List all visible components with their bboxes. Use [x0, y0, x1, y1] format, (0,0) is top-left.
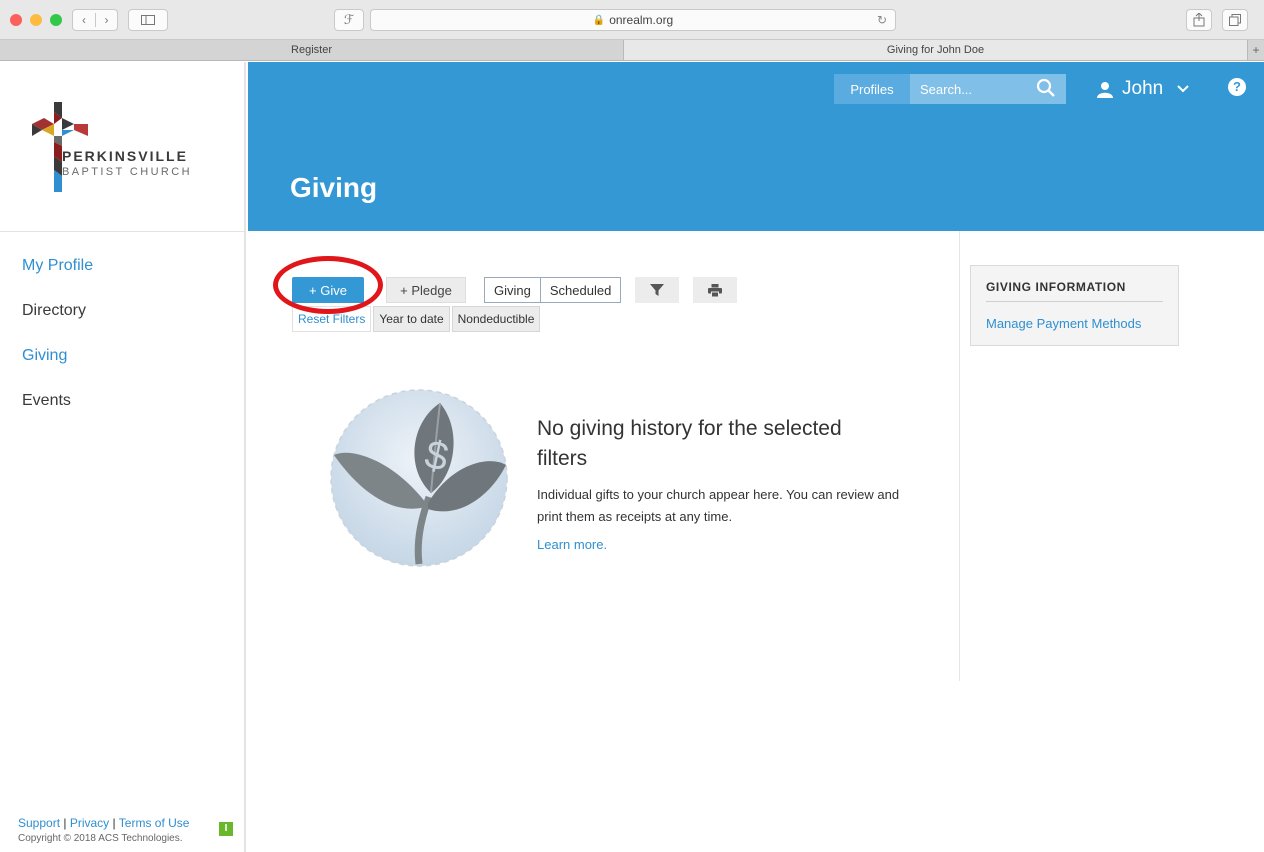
browser-tab-register[interactable]: Register: [0, 40, 624, 60]
user-icon: [1097, 82, 1113, 98]
chevron-down-icon: [1177, 85, 1189, 93]
sidebar: PERKINSVILLE BAPTIST CHURCH My Profile D…: [0, 62, 246, 852]
footer-links: Support | Privacy | Terms of Use: [18, 816, 233, 830]
reset-filters-link[interactable]: Reset Filters: [292, 306, 372, 332]
filter-icon: [650, 284, 665, 296]
browser-tab-bar: Register Giving for John Doe +: [0, 40, 1264, 61]
church-name-line1: PERKINSVILLE: [62, 148, 188, 164]
sidebar-nav: My Profile Directory Giving Events: [0, 232, 244, 434]
giving-information-title: GIVING INFORMATION: [986, 280, 1163, 302]
reader-icon: ℱ: [343, 12, 355, 27]
filter-chip-year-to-date[interactable]: Year to date: [373, 306, 450, 332]
giving-toolbar: + Give + Pledge Giving Scheduled: [292, 277, 738, 303]
copyright-text: Copyright © 2018 ACS Technologies.: [18, 833, 183, 844]
sidebar-item-giving[interactable]: Giving: [0, 344, 244, 389]
tabs-overview-button[interactable]: [1222, 9, 1248, 31]
church-name-line2: BAPTIST CHURCH: [62, 166, 192, 178]
cross-logo-icon: [32, 102, 88, 192]
sidebar-item-my-profile[interactable]: My Profile: [0, 254, 244, 299]
print-icon: [708, 283, 723, 297]
reader-button[interactable]: ℱ: [334, 9, 364, 31]
user-menu[interactable]: John: [1096, 74, 1189, 104]
share-button[interactable]: [1186, 9, 1212, 31]
zoom-window-button[interactable]: [50, 14, 62, 26]
header-search: Profiles Search...: [834, 74, 1066, 104]
manage-payment-methods-link[interactable]: Manage Payment Methods: [986, 316, 1163, 331]
sidebar-footer: Support | Privacy | Terms of Use Copyrig…: [18, 816, 233, 844]
reload-icon[interactable]: ↻: [877, 13, 887, 27]
vendor-badge[interactable]: I: [219, 822, 233, 836]
page-header: Profiles Search... John ? Giving: [248, 62, 1264, 231]
footer-separator: |: [112, 816, 116, 830]
empty-state-description: Individual gifts to your church appear h…: [537, 487, 900, 524]
empty-state-title: No giving history for the selected filte…: [537, 417, 842, 470]
filter-chips: Reset Filters Year to date Nondeductible: [292, 306, 542, 332]
user-name: John: [1122, 78, 1164, 99]
minimize-window-button[interactable]: [30, 14, 42, 26]
privacy-link[interactable]: Privacy: [70, 816, 109, 830]
browser-tab-giving[interactable]: Giving for John Doe: [624, 40, 1248, 60]
empty-state: $ No giving history for the selected fil…: [330, 389, 930, 569]
church-logo[interactable]: PERKINSVILLE BAPTIST CHURCH: [0, 62, 244, 232]
money-plant-icon: $: [330, 389, 508, 567]
view-toggle: Giving Scheduled: [484, 277, 622, 303]
page-title: Giving: [290, 172, 378, 203]
give-button[interactable]: + Give: [292, 277, 364, 303]
giving-main: + Give + Pledge Giving Scheduled Reset F…: [248, 231, 960, 681]
print-button[interactable]: [693, 277, 738, 303]
sidebar-toggle-button[interactable]: [128, 9, 168, 31]
filter-button[interactable]: [635, 277, 680, 303]
pledge-button[interactable]: + Pledge: [386, 277, 466, 303]
giving-information-panel: GIVING INFORMATION Manage Payment Method…: [970, 265, 1179, 346]
tab-giving[interactable]: Giving: [485, 278, 540, 302]
lock-icon: 🔒: [592, 14, 606, 26]
search-input[interactable]: Search...: [910, 74, 1066, 104]
back-icon[interactable]: ‹: [73, 13, 95, 27]
footer-separator: |: [63, 816, 67, 830]
search-icon[interactable]: [1036, 78, 1056, 98]
tabs-icon: [1229, 14, 1241, 26]
close-window-button[interactable]: [10, 14, 22, 26]
filter-chip-nondeductible[interactable]: Nondeductible: [451, 306, 541, 332]
new-tab-button[interactable]: +: [1248, 40, 1264, 60]
tab-scheduled[interactable]: Scheduled: [539, 278, 621, 302]
back-forward-buttons[interactable]: ‹ ›: [72, 9, 118, 31]
url-text: onrealm.org: [609, 13, 674, 27]
sidebar-icon: [141, 15, 155, 25]
terms-link[interactable]: Terms of Use: [119, 816, 190, 830]
profiles-search-scope-button[interactable]: Profiles: [834, 74, 910, 104]
learn-more-link[interactable]: Learn more.: [537, 537, 607, 552]
forward-icon[interactable]: ›: [95, 13, 117, 27]
address-bar[interactable]: 🔒 onrealm.org ↻: [370, 9, 896, 31]
share-icon: [1193, 13, 1205, 27]
browser-toolbar: ‹ › ℱ 🔒 onrealm.org ↻: [0, 0, 1264, 40]
sidebar-item-directory[interactable]: Directory: [0, 299, 244, 344]
sidebar-item-events[interactable]: Events: [0, 389, 244, 434]
help-icon[interactable]: ?: [1228, 78, 1246, 96]
search-placeholder: Search...: [920, 81, 973, 97]
support-link[interactable]: Support: [18, 816, 60, 830]
